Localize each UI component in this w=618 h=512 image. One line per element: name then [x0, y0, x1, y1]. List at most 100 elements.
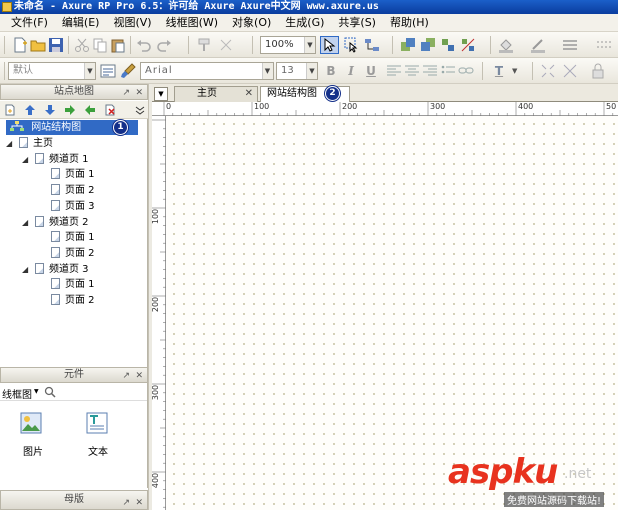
tree-page[interactable]: 页面 2: [38, 246, 95, 261]
redo-icon[interactable]: [156, 37, 172, 53]
tree-channel[interactable]: ◢ 频道页 2: [22, 215, 89, 230]
align-center-icon[interactable]: [404, 63, 420, 79]
sitemap-icon: [10, 121, 24, 131]
copy-icon[interactable]: [92, 37, 108, 53]
watermark-suffix: .net: [564, 466, 592, 482]
ruler-label: 0: [166, 102, 172, 111]
paint-brush-icon[interactable]: [120, 63, 136, 79]
image-widget-icon[interactable]: [20, 412, 42, 434]
bold-button[interactable]: B: [322, 62, 340, 80]
tree-page[interactable]: 页面 1: [38, 277, 95, 292]
underline-button[interactable]: U: [362, 62, 380, 80]
ruler-label: 200: [342, 102, 358, 111]
page-icon: [51, 294, 60, 305]
menu-generate[interactable]: 生成(G): [278, 14, 331, 32]
text-widget-icon[interactable]: [86, 412, 108, 434]
chevron-down-icon[interactable]: ▼: [512, 67, 517, 75]
chevron-down-icon: ▼: [304, 37, 315, 53]
outdent-icon[interactable]: [84, 104, 96, 116]
tree-channel[interactable]: ◢ 频道页 1: [22, 152, 89, 167]
align-right-icon[interactable]: [422, 63, 438, 79]
cut-icon[interactable]: [74, 37, 90, 53]
tree-page[interactable]: 页面 1: [38, 167, 95, 182]
undo-icon[interactable]: [136, 37, 152, 53]
pointer-contained-icon[interactable]: [344, 37, 360, 53]
fill-color-icon[interactable]: [498, 37, 514, 53]
tree-home[interactable]: ◢ 主页: [6, 136, 53, 151]
chevron-down-icon[interactable]: ▼: [34, 388, 39, 395]
menu-share[interactable]: 共享(S): [331, 14, 383, 32]
group-icon[interactable]: [440, 37, 456, 53]
close-icon[interactable]: ✕: [135, 86, 143, 100]
new-file-icon[interactable]: [12, 37, 28, 53]
menu-help[interactable]: 帮助(H): [383, 14, 436, 32]
menu-file[interactable]: 文件(F): [4, 14, 55, 32]
add-page-icon[interactable]: [4, 104, 16, 116]
pin-icon[interactable]: ↗: [122, 86, 130, 100]
line-width-icon[interactable]: [562, 37, 578, 53]
menu-wireframe[interactable]: 线框图(W): [159, 14, 225, 32]
font-family-select[interactable]: Arial ▼: [140, 62, 274, 80]
format-painter-icon[interactable]: [196, 37, 212, 53]
search-icon[interactable]: [44, 386, 56, 398]
window-title: 未命名 - Axure RP Pro 6.5：许可给 Axure Axure中文…: [14, 1, 379, 12]
sitemap-root[interactable]: 网站结构图 1: [6, 120, 138, 135]
design-canvas[interactable]: [166, 116, 618, 510]
menu-edit[interactable]: 编辑(E): [55, 14, 107, 32]
menu-view[interactable]: 视图(V): [106, 14, 158, 32]
close-icon[interactable]: ✕: [245, 87, 253, 101]
send-back-icon[interactable]: [420, 37, 436, 53]
tree-page[interactable]: 页面 2: [38, 293, 95, 308]
tree-channel[interactable]: ◢ 频道页 3: [22, 262, 89, 277]
select-mode-button[interactable]: [320, 36, 339, 54]
annotation-badge-1: 1: [113, 120, 128, 135]
move-down-icon[interactable]: [44, 104, 56, 116]
collapse-icon[interactable]: ◢: [22, 215, 31, 230]
connector-mode-icon[interactable]: [364, 37, 380, 53]
pin-icon[interactable]: ↗: [122, 494, 130, 512]
widget-library-select[interactable]: 线框图: [2, 386, 32, 401]
line-style-icon[interactable]: [596, 37, 612, 53]
tree-page[interactable]: 页面 3: [38, 199, 95, 214]
collapse-icon[interactable]: ◢: [6, 136, 15, 151]
paste-icon[interactable]: [110, 37, 126, 53]
image-widget-label: 图片: [23, 447, 43, 458]
indent-icon[interactable]: [64, 104, 76, 116]
italic-button[interactable]: I: [342, 62, 360, 80]
align-left-icon[interactable]: [386, 63, 402, 79]
delete-page-icon[interactable]: [104, 104, 116, 116]
save-icon[interactable]: [48, 37, 64, 53]
bring-front-icon[interactable]: [400, 37, 416, 53]
tree-page[interactable]: 页面 1: [38, 230, 95, 245]
page-icon: [51, 168, 60, 180]
close-icon[interactable]: ✕: [135, 369, 143, 383]
style-editor-icon[interactable]: [100, 63, 116, 79]
open-folder-icon[interactable]: [30, 37, 46, 53]
line-color-icon[interactable]: [530, 37, 546, 53]
distribute-icon[interactable]: [540, 63, 556, 79]
chevron-down-icon: ▼: [306, 63, 317, 79]
align-objects-icon[interactable]: [562, 63, 578, 79]
link-icon[interactable]: [458, 63, 474, 79]
zoom-select[interactable]: 100% ▼: [260, 36, 316, 54]
tab-sitemap[interactable]: 网站结构图 2: [260, 86, 350, 103]
font-size-select[interactable]: 13 ▼: [276, 62, 318, 80]
sitemap-tree: 网站结构图 1 ◢ 主页 ◢ 频道页 1 页面 1 页面 2 页面 3 ◢ 频道页 2 页面 1页…: [0, 119, 148, 367]
tab-menu-button[interactable]: ▼: [154, 87, 168, 101]
collapse-icon[interactable]: ◢: [22, 152, 31, 167]
style-select[interactable]: 默认 ▼: [8, 62, 96, 80]
annotation-badge-2: 2: [325, 86, 340, 101]
move-up-icon[interactable]: [24, 104, 36, 116]
bullet-list-icon[interactable]: [440, 63, 456, 79]
tab-home[interactable]: 主页 ✕: [174, 86, 258, 102]
connector-icon[interactable]: [218, 37, 234, 53]
text-color-button[interactable]: T: [490, 62, 508, 80]
panel-options-icon[interactable]: [134, 104, 146, 116]
menu-object[interactable]: 对象(O): [225, 14, 278, 32]
close-icon[interactable]: ✕: [135, 494, 143, 512]
ungroup-icon[interactable]: [460, 37, 476, 53]
tree-page[interactable]: 页面 2: [38, 183, 95, 198]
lock-icon[interactable]: [590, 63, 606, 79]
collapse-icon[interactable]: ◢: [22, 262, 31, 277]
pin-icon[interactable]: ↗: [122, 369, 130, 383]
